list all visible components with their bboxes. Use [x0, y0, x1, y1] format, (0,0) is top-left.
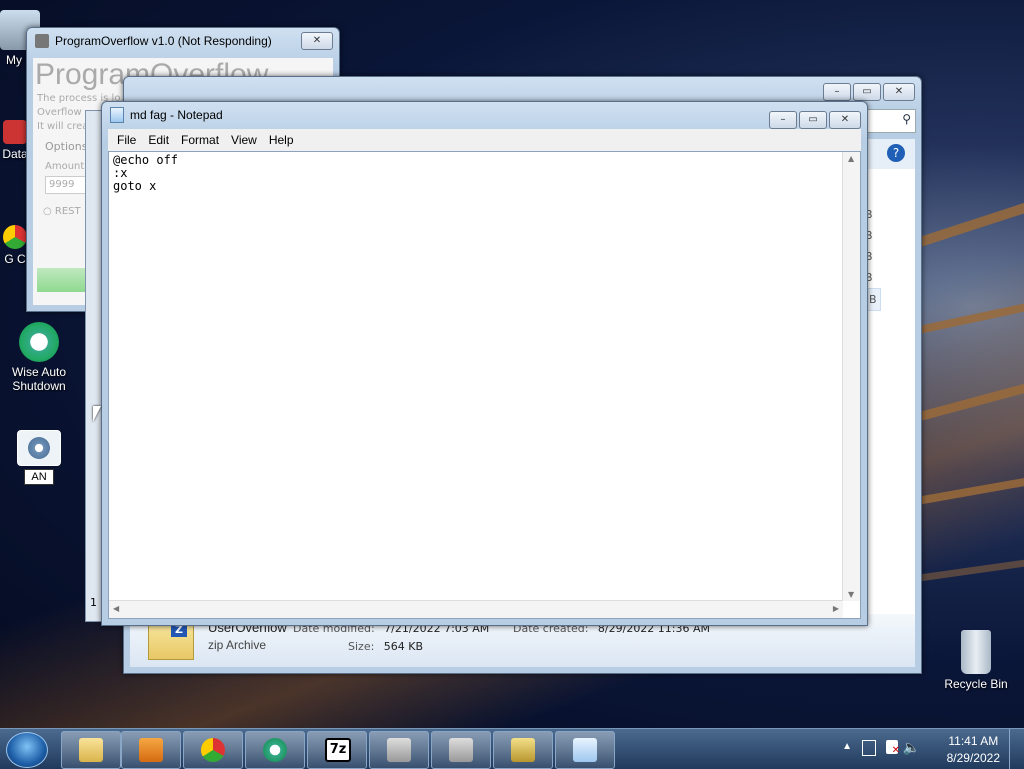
notepad-icon — [110, 107, 124, 123]
settings-gear-icon — [17, 430, 61, 466]
action-center-flag-icon[interactable]: ✕ — [886, 740, 900, 756]
maximize-button[interactable]: ▭ — [799, 111, 827, 129]
desktop-icon-label: Wise Auto Shutdown — [11, 365, 67, 393]
taskbar-programoverflow[interactable] — [369, 731, 429, 769]
sevenzip-label: 7z — [329, 742, 347, 757]
menu-file[interactable]: File — [114, 133, 139, 147]
scroll-up-icon[interactable]: ▲ — [848, 154, 854, 163]
taskbar-security-tool[interactable] — [493, 731, 553, 769]
desktop-icon-label: Data — [2, 147, 28, 161]
taskbar-useroverflow[interactable] — [431, 731, 491, 769]
taskbar: 7z ▲ ✕ 🔈 11:41 AM 8/29/2022 — [0, 728, 1024, 769]
taskbar-chrome[interactable] — [183, 731, 243, 769]
folder-icon — [79, 738, 103, 762]
clock[interactable]: 11:41 AM 8/29/2022 — [947, 733, 1000, 767]
desktop-icon-label: G C — [4, 252, 26, 266]
minimize-button[interactable]: – — [769, 111, 797, 129]
file-size: Size: 564 KB — [348, 640, 423, 653]
file-size-value: 564 KB — [383, 640, 424, 653]
minimize-button[interactable]: – — [823, 83, 851, 101]
desktop-icon-recycle-bin[interactable]: Recycle Bin — [940, 630, 1012, 691]
search-icon: ⚲ — [902, 112, 911, 126]
menubar: File Edit Format View Help — [108, 129, 861, 151]
notepad-titlebar[interactable]: md fag - Notepad — [102, 102, 867, 128]
clock-icon — [263, 738, 287, 762]
show-desktop-button[interactable] — [1009, 729, 1024, 769]
desktop-icon-wise-auto-shutdown[interactable]: Wise Auto Shutdown — [4, 322, 74, 393]
menu-help[interactable]: Help — [266, 133, 297, 147]
scroll-left-icon[interactable]: ◀ — [113, 604, 119, 613]
clock-time: 11:41 AM — [948, 734, 999, 748]
data-icon — [3, 120, 27, 144]
app-icon — [35, 34, 49, 48]
zip-archive-icon: Z — [148, 620, 194, 660]
editor-content[interactable]: @echo off :x goto x — [109, 152, 860, 195]
app-icon — [449, 738, 473, 762]
desktop-icon-an[interactable]: AN — [4, 430, 74, 485]
sevenzip-icon: 7z — [325, 738, 351, 762]
scroll-right-icon[interactable]: ▶ — [833, 604, 839, 613]
file-size-label: Size: — [348, 640, 375, 653]
search-box[interactable]: ⚲ — [864, 109, 916, 133]
network-icon[interactable] — [862, 740, 876, 756]
scroll-down-icon[interactable]: ▼ — [848, 590, 854, 599]
text-editor[interactable]: @echo off :x goto x ▲ ▼ ◀ ▶ — [108, 151, 861, 619]
close-button[interactable]: ✕ — [301, 32, 333, 50]
recycle-bin-icon — [961, 630, 991, 674]
file-type: zip Archive — [208, 638, 267, 652]
programoverflow-titlebar[interactable]: ProgramOverflow v1.0 (Not Responding) — [27, 28, 339, 54]
taskbar-7zip[interactable]: 7z — [307, 731, 367, 769]
rename-input[interactable]: AN — [24, 469, 54, 485]
help-icon[interactable]: ? — [887, 144, 905, 162]
close-button[interactable]: ✕ — [829, 111, 861, 129]
chrome-icon — [201, 738, 225, 762]
taskbar-media-player[interactable] — [121, 731, 181, 769]
restart-label: REST — [54, 206, 81, 217]
mouse-cursor-icon — [93, 406, 101, 422]
notepad-window[interactable]: md fag - Notepad – ▭ ✕ File Edit Format … — [101, 101, 868, 626]
clock-icon — [19, 322, 59, 362]
volume-icon[interactable]: 🔈 — [903, 739, 920, 756]
close-button[interactable]: ✕ — [883, 83, 915, 101]
menu-edit[interactable]: Edit — [145, 133, 172, 147]
notepad-icon — [573, 738, 597, 762]
vertical-scrollbar[interactable]: ▲ ▼ — [842, 152, 860, 601]
amount-input[interactable]: 9999 — [45, 176, 90, 194]
maximize-button[interactable]: ▭ — [853, 83, 881, 101]
taskbar-wise-auto-shutdown[interactable] — [245, 731, 305, 769]
show-hidden-icons-icon[interactable]: ▲ — [842, 741, 852, 752]
menu-view[interactable]: View — [228, 133, 260, 147]
key-icon — [511, 738, 535, 762]
desktop-icon-label: Recycle Bin — [944, 677, 1008, 691]
window-title: md fag - Notepad — [130, 108, 223, 122]
horizontal-scrollbar[interactable]: ◀ ▶ — [109, 600, 843, 618]
app-icon — [387, 738, 411, 762]
taskbar-notepad[interactable] — [555, 731, 615, 769]
clock-date: 8/29/2022 — [946, 751, 1000, 765]
window-title: ProgramOverflow v1.0 (Not Responding) — [55, 34, 272, 48]
window-edge-text: 1 — [90, 596, 97, 609]
taskbar-explorer[interactable] — [61, 731, 121, 769]
chrome-icon — [3, 225, 27, 249]
start-button[interactable] — [6, 732, 48, 768]
menu-format[interactable]: Format — [178, 133, 222, 147]
media-player-icon — [139, 738, 163, 762]
